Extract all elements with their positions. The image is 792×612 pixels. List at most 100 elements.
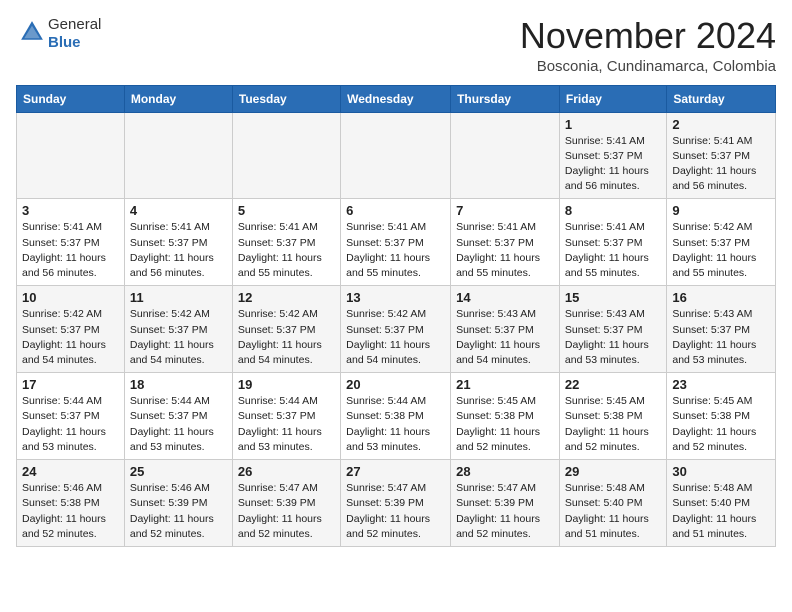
- calendar-cell: 25 Sunrise: 5:46 AMSunset: 5:39 PMDayligh…: [124, 460, 232, 547]
- day-info: Sunrise: 5:48 AMSunset: 5:40 PMDaylight:…: [672, 481, 770, 542]
- calendar-cell: 18Sunrise: 5:44 AMSunset: 5:37 PMDayligh…: [124, 373, 232, 460]
- day-number: 10: [22, 290, 119, 305]
- day-number: 14: [456, 290, 554, 305]
- calendar-cell: 19 Sunrise: 5:44 AMSunset: 5:37 PMDayligh…: [232, 373, 340, 460]
- day-info: Sunrise: 5:43 AMSunset: 5:37 PMDaylight:…: [672, 307, 770, 368]
- day-info: Sunrise: 5:47 AMSunset: 5:39 PMDaylight:…: [346, 481, 445, 542]
- day-info: Sunrise: 5:45 AMSunset: 5:38 PMDaylight:…: [456, 394, 554, 455]
- day-info: Sunrise: 5:41 AMSunset: 5:37 PMDaylight:…: [238, 220, 335, 281]
- day-info: Sunrise: 5:47 AMSunset: 5:39 PMDaylight:…: [456, 481, 554, 542]
- day-info: Sunrise: 5:43 AMSunset: 5:37 PMDaylight:…: [456, 307, 554, 368]
- day-number: 13: [346, 290, 445, 305]
- day-number: 18: [130, 377, 227, 392]
- month-title: November 2024: [520, 16, 776, 56]
- page: General Blue November 2024 Bosconia, Cun…: [0, 0, 792, 563]
- day-info: Sunrise: 5:42 AMSunset: 5:37 PMDaylight:…: [346, 307, 445, 368]
- calendar-cell: 14 Sunrise: 5:43 AMSunset: 5:37 PMDayligh…: [451, 286, 560, 373]
- calendar-cell: 6 Sunrise: 5:41 AMSunset: 5:37 PMDaylight…: [341, 199, 451, 286]
- day-info: Sunrise: 5:48 AMSunset: 5:40 PMDaylight:…: [565, 481, 661, 542]
- calendar-cell: 23 Sunrise: 5:45 AMSunset: 5:38 PMDayligh…: [667, 373, 776, 460]
- day-number: 7: [456, 203, 554, 218]
- calendar-week-row: 1Sunrise: 5:41 AMSunset: 5:37 PMDaylight…: [17, 112, 776, 199]
- day-number: 28: [456, 464, 554, 479]
- calendar-cell: [124, 112, 232, 199]
- day-number: 11: [130, 290, 227, 305]
- calendar-cell: 15 Sunrise: 5:43 AMSunset: 5:37 PMDayligh…: [559, 286, 666, 373]
- day-info: Sunrise: 5:46 AMSunset: 5:38 PMDaylight:…: [22, 481, 119, 542]
- day-info: Sunrise: 5:45 AMSunset: 5:38 PMDaylight:…: [672, 394, 770, 455]
- day-info: Sunrise: 5:41 AMSunset: 5:37 PMDaylight:…: [672, 134, 770, 195]
- calendar-week-row: 10 Sunrise: 5:42 AMSunset: 5:37 PMDayligh…: [17, 286, 776, 373]
- day-info: Sunrise: 5:43 AMSunset: 5:37 PMDaylight:…: [565, 307, 661, 368]
- day-number: 2: [672, 117, 770, 132]
- day-info: Sunrise: 5:41 AMSunset: 5:37 PMDaylight:…: [565, 220, 661, 281]
- calendar-dow-thursday: Thursday: [451, 85, 560, 112]
- calendar-header-row: SundayMondayTuesdayWednesdayThursdayFrid…: [17, 85, 776, 112]
- day-info: Sunrise: 5:41 AMSunset: 5:37 PMDaylight:…: [130, 220, 227, 281]
- day-info: Sunrise: 5:41 AMSunset: 5:37 PMDaylight:…: [565, 134, 661, 195]
- calendar-cell: 30 Sunrise: 5:48 AMSunset: 5:40 PMDayligh…: [667, 460, 776, 547]
- calendar-dow-monday: Monday: [124, 85, 232, 112]
- title-block: November 2024 Bosconia, Cundinamarca, Co…: [520, 16, 776, 75]
- calendar-cell: 5 Sunrise: 5:41 AMSunset: 5:37 PMDaylight…: [232, 199, 340, 286]
- day-info: Sunrise: 5:42 AMSunset: 5:37 PMDaylight:…: [22, 307, 119, 368]
- day-number: 5: [238, 203, 335, 218]
- calendar-cell: 24 Sunrise: 5:46 AMSunset: 5:38 PMDayligh…: [17, 460, 125, 547]
- day-number: 8: [565, 203, 661, 218]
- calendar-cell: 1Sunrise: 5:41 AMSunset: 5:37 PMDaylight…: [559, 112, 666, 199]
- calendar-cell: 9Sunrise: 5:42 AMSunset: 5:37 PMDaylight…: [667, 199, 776, 286]
- day-number: 25: [130, 464, 227, 479]
- day-number: 30: [672, 464, 770, 479]
- day-number: 27: [346, 464, 445, 479]
- day-number: 23: [672, 377, 770, 392]
- calendar-cell: 29 Sunrise: 5:48 AMSunset: 5:40 PMDayligh…: [559, 460, 666, 547]
- day-number: 12: [238, 290, 335, 305]
- calendar-dow-friday: Friday: [559, 85, 666, 112]
- day-info: Sunrise: 5:47 AMSunset: 5:39 PMDaylight:…: [238, 481, 335, 542]
- calendar-cell: 11 Sunrise: 5:42 AMSunset: 5:37 PMDayligh…: [124, 286, 232, 373]
- day-info: Sunrise: 5:45 AMSunset: 5:38 PMDaylight:…: [565, 394, 661, 455]
- calendar-cell: 10 Sunrise: 5:42 AMSunset: 5:37 PMDayligh…: [17, 286, 125, 373]
- calendar-cell: 7Sunrise: 5:41 AMSunset: 5:37 PMDaylight…: [451, 199, 560, 286]
- calendar-cell: 12 Sunrise: 5:42 AMSunset: 5:37 PMDayligh…: [232, 286, 340, 373]
- calendar-cell: 2 Sunrise: 5:41 AMSunset: 5:37 PMDaylight…: [667, 112, 776, 199]
- day-number: 15: [565, 290, 661, 305]
- logo-blue: Blue: [48, 34, 81, 51]
- calendar-week-row: 3 Sunrise: 5:41 AMSunset: 5:37 PMDaylight…: [17, 199, 776, 286]
- calendar-table: SundayMondayTuesdayWednesdayThursdayFrid…: [16, 85, 776, 547]
- day-number: 3: [22, 203, 119, 218]
- day-number: 20: [346, 377, 445, 392]
- calendar-cell: 26Sunrise: 5:47 AMSunset: 5:39 PMDayligh…: [232, 460, 340, 547]
- day-number: 6: [346, 203, 445, 218]
- day-number: 4: [130, 203, 227, 218]
- calendar-cell: 16 Sunrise: 5:43 AMSunset: 5:37 PMDayligh…: [667, 286, 776, 373]
- day-info: Sunrise: 5:44 AMSunset: 5:37 PMDaylight:…: [22, 394, 119, 455]
- calendar-dow-tuesday: Tuesday: [232, 85, 340, 112]
- logo-general: General: [48, 16, 101, 33]
- day-number: 24: [22, 464, 119, 479]
- calendar-cell: [232, 112, 340, 199]
- day-info: Sunrise: 5:41 AMSunset: 5:37 PMDaylight:…: [346, 220, 445, 281]
- day-number: 9: [672, 203, 770, 218]
- day-info: Sunrise: 5:42 AMSunset: 5:37 PMDaylight:…: [130, 307, 227, 368]
- logo: General Blue: [16, 16, 101, 52]
- calendar-cell: 13 Sunrise: 5:42 AMSunset: 5:37 PMDayligh…: [341, 286, 451, 373]
- day-number: 16: [672, 290, 770, 305]
- calendar-cell: 27 Sunrise: 5:47 AMSunset: 5:39 PMDayligh…: [341, 460, 451, 547]
- day-info: Sunrise: 5:42 AMSunset: 5:37 PMDaylight:…: [238, 307, 335, 368]
- calendar-cell: 17Sunrise: 5:44 AMSunset: 5:37 PMDayligh…: [17, 373, 125, 460]
- calendar-cell: [451, 112, 560, 199]
- location: Bosconia, Cundinamarca, Colombia: [520, 58, 776, 75]
- day-number: 21: [456, 377, 554, 392]
- calendar-cell: [341, 112, 451, 199]
- calendar-week-row: 24 Sunrise: 5:46 AMSunset: 5:38 PMDayligh…: [17, 460, 776, 547]
- day-number: 29: [565, 464, 661, 479]
- calendar-cell: 8 Sunrise: 5:41 AMSunset: 5:37 PMDaylight…: [559, 199, 666, 286]
- day-number: 19: [238, 377, 335, 392]
- day-info: Sunrise: 5:44 AMSunset: 5:37 PMDaylight:…: [238, 394, 335, 455]
- calendar-dow-saturday: Saturday: [667, 85, 776, 112]
- day-info: Sunrise: 5:44 AMSunset: 5:38 PMDaylight:…: [346, 394, 445, 455]
- calendar-cell: 28 Sunrise: 5:47 AMSunset: 5:39 PMDayligh…: [451, 460, 560, 547]
- day-info: Sunrise: 5:46 AMSunset: 5:39 PMDaylight:…: [130, 481, 227, 542]
- calendar-dow-sunday: Sunday: [17, 85, 125, 112]
